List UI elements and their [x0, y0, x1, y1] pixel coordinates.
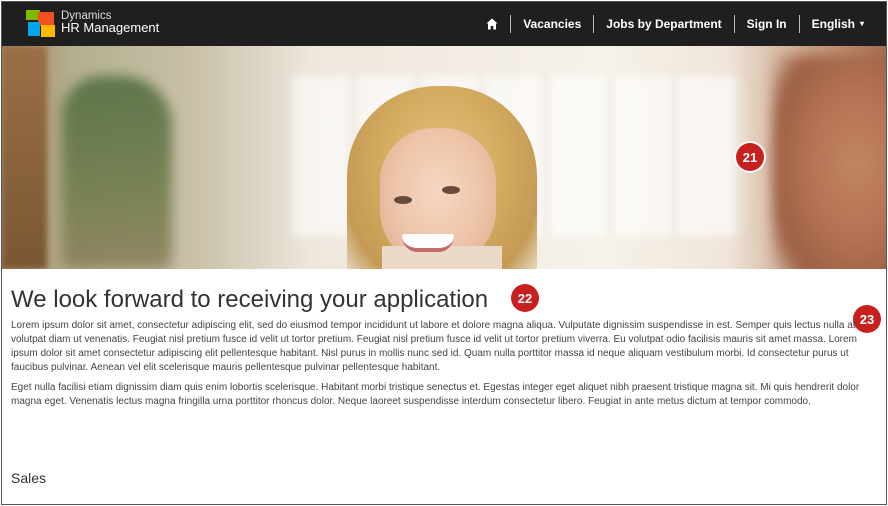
intro-paragraph: Lorem ipsum dolor sit amet, consectetur … [11, 320, 857, 373]
main-content: We look forward to receiving your applic… [11, 285, 881, 409]
caret-down-icon: ▾ [859, 19, 864, 28]
brand-name[interactable]: Dynamics HR Management [61, 10, 159, 34]
top-navigation-bar: Dynamics HR Management Vacancies Jobs by… [2, 2, 886, 46]
dynamics-logo-icon[interactable] [26, 10, 56, 38]
hero-background-wall [2, 46, 47, 269]
hero-eye [442, 186, 460, 194]
nav-jobs-by-department-link[interactable]: Jobs by Department [594, 15, 733, 33]
brand-line-2: HR Management [61, 20, 160, 35]
nav-vacancies-link[interactable]: Vacancies [511, 15, 593, 33]
callout-badge-21: 21 [736, 143, 764, 171]
home-icon [486, 18, 498, 30]
hero-eye [394, 196, 412, 204]
second-paragraph: Eget nulla facilisi etiam dignissim diam… [11, 382, 860, 407]
section-heading-sales: Sales [11, 470, 47, 486]
nav-home-link[interactable] [474, 15, 510, 33]
main-nav: Vacancies Jobs by Department Sign In Eng… [474, 2, 876, 46]
page-frame: Dynamics HR Management Vacancies Jobs by… [1, 1, 887, 505]
language-dropdown[interactable]: English ▾ [800, 15, 876, 33]
hero-image: 21 [2, 46, 886, 269]
nav-sign-in-link[interactable]: Sign In [735, 15, 799, 33]
language-label: English [811, 17, 855, 31]
hero-background-plant [62, 76, 172, 269]
hero-woman-smile [402, 234, 454, 252]
hero-foreground-person [772, 56, 886, 269]
page-title: We look forward to receiving your applic… [11, 286, 489, 313]
